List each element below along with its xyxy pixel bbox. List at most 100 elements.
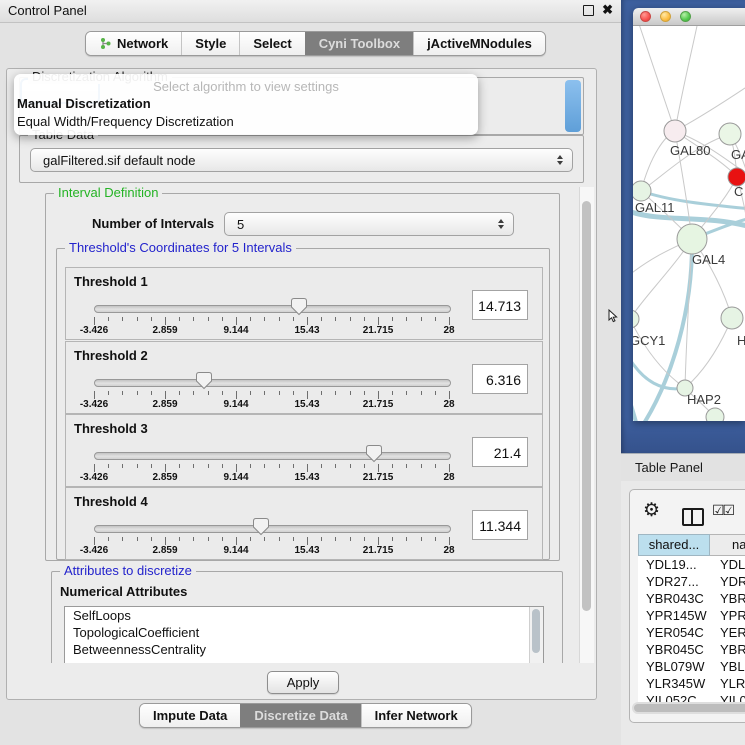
network-node[interactable]	[664, 120, 686, 142]
horizontal-scrollbar[interactable]	[632, 702, 745, 714]
gear-icon[interactable]: ⚙	[643, 499, 660, 522]
network-node[interactable]	[633, 181, 651, 201]
cell-shared-name[interactable]: YDR27...	[638, 573, 710, 590]
slider-track[interactable]	[94, 452, 451, 460]
apply-button[interactable]: Apply	[267, 671, 339, 694]
threshold-value-field[interactable]: 11.344	[472, 510, 528, 540]
tick	[364, 391, 365, 395]
tab-network[interactable]: Network	[86, 32, 181, 55]
tick	[222, 391, 223, 395]
threshold-value-field[interactable]: 21.4	[472, 437, 528, 467]
tab-jactivemnodules[interactable]: jActiveMNodules	[413, 32, 545, 55]
tick-label: 2.859	[152, 472, 177, 483]
threshold-label: Threshold 4	[74, 494, 148, 509]
slider-track[interactable]	[94, 305, 451, 313]
cell-shared-name[interactable]: YBR043C	[638, 590, 710, 607]
tick	[94, 464, 95, 472]
cell-name[interactable]: YBR0	[710, 590, 745, 607]
vertical-scrollbar-thumb[interactable]	[582, 201, 591, 611]
close-icon[interactable]: ✖	[602, 2, 613, 18]
tick-label: 15.43	[294, 399, 319, 410]
slider-thumb[interactable]	[252, 517, 270, 536]
tick	[279, 464, 280, 468]
threshold-value-field[interactable]: 14.713	[472, 290, 528, 320]
vertical-scrollbar[interactable]	[579, 187, 594, 663]
tab-style[interactable]: Style	[181, 32, 239, 55]
slider-thumb[interactable]	[195, 371, 213, 390]
horizontal-scrollbar-thumb[interactable]	[634, 704, 745, 712]
tick	[208, 464, 209, 468]
network-node[interactable]	[677, 224, 707, 254]
tab-discretize-data[interactable]: Discretize Data	[240, 704, 360, 727]
tab-select[interactable]: Select	[239, 32, 304, 55]
table-row[interactable]: YBL079WYBL0	[638, 658, 745, 675]
tab-infer-network[interactable]: Infer Network	[361, 704, 471, 727]
threshold-value-field[interactable]: 6.316	[472, 364, 528, 394]
network-node[interactable]	[719, 123, 741, 145]
cell-name[interactable]: YPR1	[710, 607, 745, 624]
select-columns-icon[interactable]: ☑☑	[712, 502, 733, 519]
popup-item-manual-discretization[interactable]: Manual Discretization	[17, 96, 151, 111]
network-node[interactable]	[633, 310, 639, 328]
slider-thumb[interactable]	[365, 444, 383, 463]
cell-shared-name[interactable]: YBR045C	[638, 641, 710, 658]
close-traffic-light-icon[interactable]	[640, 11, 651, 22]
tick	[364, 464, 365, 468]
network-node[interactable]	[706, 408, 724, 421]
tick	[449, 317, 450, 325]
tick	[293, 391, 294, 395]
table-row[interactable]: YBR045CYBR0	[638, 641, 745, 658]
cell-name[interactable]: YLR3	[710, 675, 745, 692]
table-row[interactable]: YDR27...YDR2	[638, 573, 745, 590]
cell-name[interactable]: YDL1	[710, 556, 745, 573]
slider-thumb[interactable]	[290, 297, 308, 316]
table-data-combobox[interactable]: galFiltered.sif default node	[30, 148, 573, 172]
node-label: H	[737, 333, 745, 348]
slider-track[interactable]	[94, 525, 451, 533]
network-canvas[interactable]: GAL80GACGAL11GAL4GCY1HHAP2	[633, 26, 745, 421]
list-scrollbar-thumb[interactable]	[532, 609, 540, 653]
table-row[interactable]: YDL19...YDL1	[638, 556, 745, 573]
tick	[392, 391, 393, 395]
table-row[interactable]: YPR145WYPR1	[638, 607, 745, 624]
tick-label: 28	[443, 472, 454, 483]
numerical-attributes-list[interactable]: SelfLoopsTopologicalCoefficientBetweenne…	[64, 606, 544, 663]
table-row[interactable]: YLR345WYLR3	[638, 675, 745, 692]
float-window-icon[interactable]	[583, 5, 594, 16]
tick	[364, 317, 365, 321]
column-header-name[interactable]: na	[710, 534, 745, 556]
list-item[interactable]: SelfLoops	[65, 607, 543, 624]
cell-shared-name[interactable]: YER054C	[638, 624, 710, 641]
slider-track[interactable]	[94, 379, 451, 387]
cell-name[interactable]: YBR0	[710, 641, 745, 658]
column-header-shared-name[interactable]: shared...	[638, 534, 710, 556]
combo-arrow-button[interactable]	[565, 80, 581, 132]
table-row[interactable]: YER054CYER0	[638, 624, 745, 641]
number-of-intervals-combobox[interactable]: 5	[224, 212, 514, 236]
tab-impute-data[interactable]: Impute Data	[140, 704, 240, 727]
cell-shared-name[interactable]: YDL19...	[638, 556, 710, 573]
popup-item-equal-width-frequency[interactable]: Equal Width/Frequency Discretization	[17, 114, 234, 129]
list-item[interactable]: TopologicalCoefficient	[65, 624, 543, 641]
table-row[interactable]: YBR043CYBR0	[638, 590, 745, 607]
zoom-traffic-light-icon[interactable]	[680, 11, 691, 22]
cell-shared-name[interactable]: YPR145W	[638, 607, 710, 624]
cell-name[interactable]: YDR2	[710, 573, 745, 590]
tick	[222, 537, 223, 541]
cell-name[interactable]: YBL0	[710, 658, 745, 675]
cell-name[interactable]: YER0	[710, 624, 745, 641]
tick	[378, 317, 379, 325]
list-item[interactable]: BetweennessCentrality	[65, 641, 543, 658]
network-window-titlebar[interactable]	[633, 8, 745, 26]
list-scrollbar[interactable]	[529, 607, 543, 663]
cell-shared-name[interactable]: YBL079W	[638, 658, 710, 675]
network-node[interactable]	[721, 307, 743, 329]
cell-shared-name[interactable]: YLR345W	[638, 675, 710, 692]
network-view-window[interactable]: GAL80GACGAL11GAL4GCY1HHAP2	[633, 8, 745, 421]
columns-icon[interactable]	[682, 508, 704, 526]
tab-cyni-toolbox[interactable]: Cyni Toolbox	[305, 32, 413, 55]
node-label: GA	[731, 147, 745, 162]
tick	[264, 464, 265, 468]
tick	[137, 391, 138, 395]
minimize-traffic-light-icon[interactable]	[660, 11, 671, 22]
